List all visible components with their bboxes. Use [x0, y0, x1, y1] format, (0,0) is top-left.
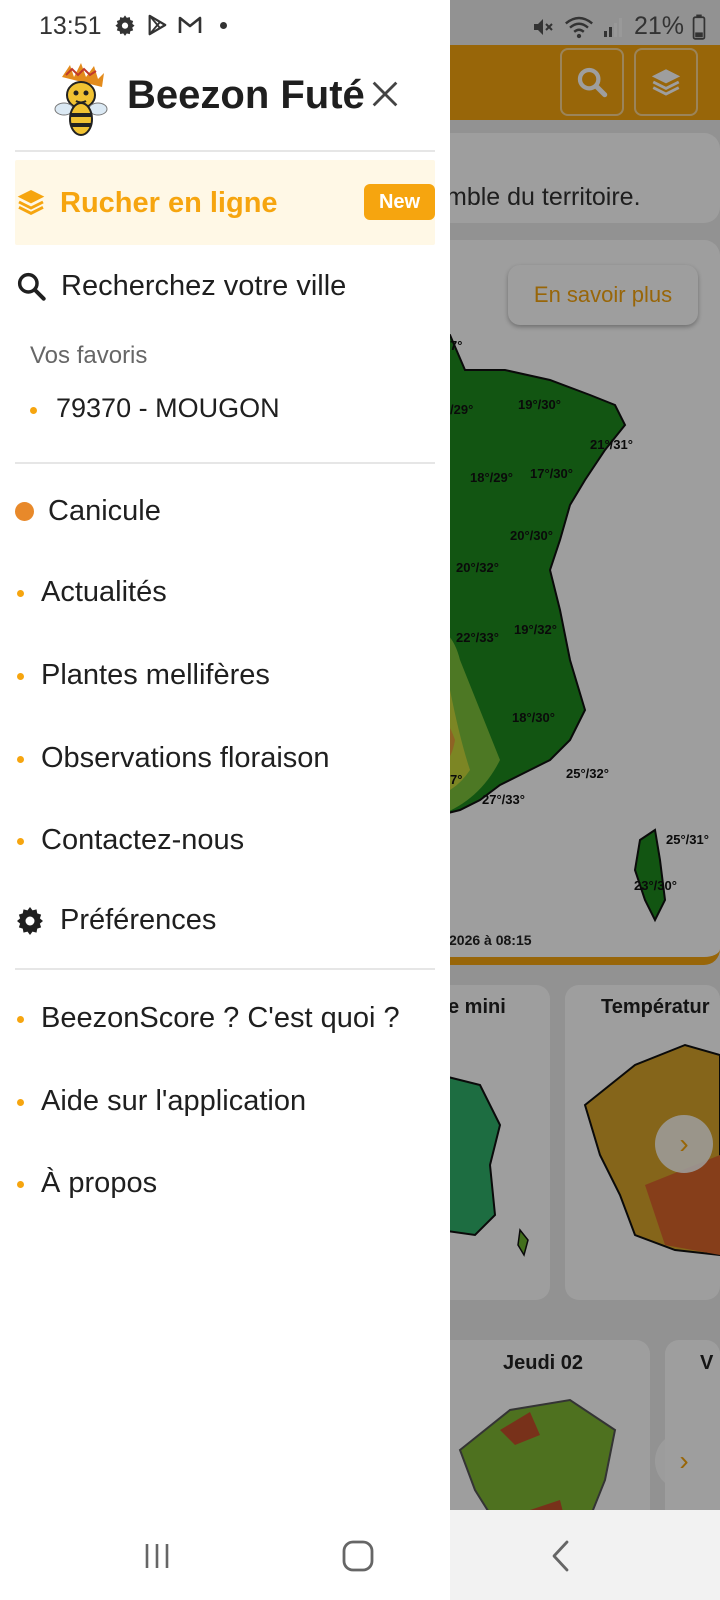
menu-item-label: À propos: [41, 1167, 158, 1199]
canicule-dot: [15, 502, 34, 521]
home-button[interactable]: [340, 1536, 376, 1576]
menu-item-observations-floraison[interactable]: Observations floraison: [15, 734, 435, 784]
navigation-drawer: Beezon Futé Rucher en ligne New Recherch…: [0, 0, 450, 1510]
menu-item-label: Observations floraison: [41, 742, 330, 774]
menu-item-aide[interactable]: Aide sur l'application: [15, 1077, 435, 1127]
back-icon: [552, 1540, 569, 1572]
wifi-icon: [564, 16, 593, 38]
bullet-dot: [30, 407, 37, 414]
divider: [15, 150, 435, 152]
close-icon[interactable]: [368, 77, 402, 111]
mute-icon: [533, 18, 553, 35]
menu-item-actualites[interactable]: Actualités: [15, 568, 435, 618]
search-icon: [17, 272, 46, 301]
gmail-icon: [178, 16, 202, 33]
status-icons-right: 21%: [530, 12, 706, 41]
menu-item-label: Contactez-nous: [41, 824, 245, 856]
nav-bar-right: [450, 1510, 720, 1600]
signal-icon: [603, 17, 622, 37]
bullet-dot: [17, 756, 24, 763]
bullet-dot: [17, 590, 24, 597]
notification-dot-icon: [220, 21, 227, 29]
drawer-header: Beezon Futé: [0, 55, 450, 151]
battery-percent: 21%: [633, 12, 684, 40]
status-time: 13:51: [39, 12, 102, 40]
layers-icon: [17, 190, 45, 215]
home-icon: [342, 1540, 374, 1572]
bullet-dot: [17, 838, 24, 845]
nav-bar-left: [0, 1510, 450, 1600]
search-city-item[interactable]: Recherchez votre ville: [15, 262, 435, 312]
recent-apps-icon: [145, 1544, 169, 1568]
divider: [15, 462, 435, 464]
status-bar: 13:51 21%: [0, 0, 720, 50]
play-store-icon: [148, 14, 167, 36]
gear-icon: [17, 907, 43, 935]
menu-item-preferences[interactable]: Préférences: [15, 896, 435, 946]
new-badge: New: [364, 184, 435, 220]
menu-item-a-propos[interactable]: À propos: [15, 1159, 435, 1209]
app-title: Beezon Futé: [127, 73, 365, 117]
menu-item-label: Plantes mellifères: [41, 659, 270, 691]
menu-item-label: BeezonScore ? C'est quoi ?: [41, 1002, 400, 1034]
recent-apps-button[interactable]: [140, 1536, 174, 1576]
system-nav-bar: [0, 1510, 720, 1600]
menu-item-label: Actualités: [41, 576, 167, 608]
menu-item-plantes-melliferes[interactable]: Plantes mellifères: [15, 651, 435, 701]
favorites-title: Vos favoris: [30, 342, 148, 369]
bullet-dot: [17, 1099, 24, 1106]
rucher-en-ligne-item[interactable]: Rucher en ligne New: [15, 160, 435, 245]
bullet-dot: [17, 1181, 24, 1188]
battery-icon: [692, 14, 706, 40]
search-label: Recherchez votre ville: [61, 270, 347, 302]
divider: [15, 968, 435, 970]
back-button[interactable]: [549, 1536, 573, 1576]
menu-item-label: Préférences: [60, 904, 217, 936]
gear-icon: [115, 15, 135, 36]
menu-item-contact[interactable]: Contactez-nous: [15, 816, 435, 866]
rucher-label: Rucher en ligne: [60, 187, 278, 219]
bee-logo: [54, 63, 108, 136]
status-icons-left: [114, 14, 227, 36]
menu-item-canicule[interactable]: Canicule: [15, 487, 435, 537]
bullet-dot: [17, 1016, 24, 1023]
menu-item-beezonscore[interactable]: BeezonScore ? C'est quoi ?: [15, 994, 435, 1044]
favorite-item[interactable]: 79370 - MOUGON: [30, 393, 280, 424]
menu-item-label: Canicule: [48, 495, 161, 527]
favorite-label: 79370 - MOUGON: [56, 393, 280, 423]
menu-item-label: Aide sur l'application: [41, 1085, 307, 1117]
bullet-dot: [17, 673, 24, 680]
